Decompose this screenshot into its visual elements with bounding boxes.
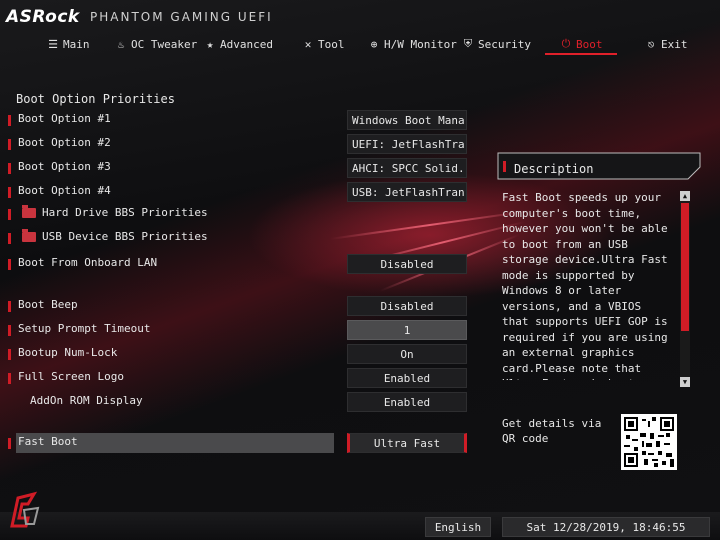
scroll-up-icon[interactable]: ▲: [680, 191, 690, 201]
boot-beep-row[interactable]: Boot Beep Disabled: [8, 296, 468, 316]
tab-label: Security: [478, 37, 531, 51]
fast-boot-row[interactable]: Fast Boot Ultra Fast: [8, 433, 468, 453]
setup-prompt-timeout-row[interactable]: Setup Prompt Timeout 1: [8, 320, 468, 340]
row-label: Setup Prompt Timeout: [18, 322, 151, 335]
fast-boot-value[interactable]: Ultra Fast: [347, 433, 467, 453]
boot-option-4-row[interactable]: Boot Option #4 USB: JetFlashTran...: [8, 182, 468, 202]
tab-label: OC Tweaker: [131, 37, 198, 51]
scrollbar-thumb[interactable]: [681, 203, 689, 331]
hard-drive-bbs-row[interactable]: Hard Drive BBS Priorities: [8, 204, 468, 224]
addon-rom-display-value[interactable]: Enabled: [347, 392, 467, 412]
tab-hw-monitor[interactable]: ⊕ H/W Monitor: [368, 32, 457, 56]
exit-icon: ⎋: [647, 37, 655, 51]
row-label: AddOn ROM Display: [30, 394, 143, 407]
star-icon: ★: [206, 37, 214, 51]
phantom-gaming-logo-icon: [10, 491, 40, 528]
description-text: Fast Boot speeds up your computer's boot…: [502, 191, 668, 380]
row-marker: [8, 349, 11, 360]
row-label: Full Screen Logo: [18, 370, 124, 383]
asrock-logo: ASRock: [6, 7, 80, 27]
setup-prompt-timeout-input[interactable]: 1: [347, 320, 467, 340]
row-marker: [8, 163, 11, 174]
row-marker: [8, 233, 11, 244]
tab-advanced[interactable]: ★ Advanced: [204, 32, 273, 56]
boot-option-2-value[interactable]: UEFI: JetFlashTra...: [347, 134, 467, 154]
row-label: Boot Option #3: [18, 160, 111, 173]
uefi-subtitle: PHANTOM GAMING UEFI: [90, 10, 273, 24]
tab-label: Main: [63, 37, 90, 51]
tab-tool[interactable]: ✕ Tool: [302, 32, 345, 56]
row-marker: [8, 373, 11, 384]
qr-code-icon: [621, 414, 677, 470]
boot-option-3-value[interactable]: AHCI: SPCC Solid...: [347, 158, 467, 178]
row-marker: [8, 115, 11, 126]
row-label: Boot Option #4: [18, 184, 111, 197]
row-label: Boot Option #1: [18, 112, 111, 125]
row-marker: [8, 209, 11, 220]
row-marker: [8, 438, 11, 449]
bootup-numlock-value[interactable]: On: [347, 344, 467, 364]
row-label: Boot From Onboard LAN: [18, 256, 158, 269]
folder-icon: [22, 205, 36, 218]
row-marker: [8, 325, 11, 336]
boot-option-1-value[interactable]: Windows Boot Mana...: [347, 110, 467, 130]
full-screen-logo-value[interactable]: Enabled: [347, 368, 467, 388]
boot-beep-value[interactable]: Disabled: [347, 296, 467, 316]
flame-icon: ♨: [117, 37, 125, 51]
tab-label: Advanced: [220, 37, 273, 51]
description-scrollbar[interactable]: ▲ ▼: [680, 191, 690, 387]
boot-option-2-row[interactable]: Boot Option #2 UEFI: JetFlashTra...: [8, 134, 468, 154]
full-screen-logo-row[interactable]: Full Screen Logo Enabled: [8, 368, 468, 388]
row-marker: [8, 139, 11, 150]
tab-label: H/W Monitor: [384, 37, 457, 51]
list-icon: ☰: [48, 37, 58, 51]
boot-option-4-value[interactable]: USB: JetFlashTran...: [347, 182, 467, 202]
boot-from-lan-value[interactable]: Disabled: [347, 254, 467, 274]
tab-label: Tool: [318, 37, 345, 51]
language-selector[interactable]: English: [425, 517, 491, 537]
globe-icon: ⊕: [370, 37, 378, 51]
row-label: Boot Beep: [18, 298, 78, 311]
scroll-down-icon[interactable]: ▼: [680, 377, 690, 387]
power-icon: ⏻: [561, 37, 571, 50]
row-label: Hard Drive BBS Priorities: [42, 206, 208, 219]
tab-label: Exit: [661, 37, 688, 51]
bootup-numlock-row[interactable]: Bootup Num-Lock On: [8, 344, 468, 364]
usb-device-bbs-row[interactable]: USB Device BBS Priorities: [8, 228, 468, 248]
active-tab-indicator: [545, 53, 617, 55]
tab-main[interactable]: ☰ Main: [47, 32, 90, 56]
row-label: USB Device BBS Priorities: [42, 230, 208, 243]
tab-oc-tweaker[interactable]: ♨ OC Tweaker: [115, 32, 198, 56]
description-title: Description: [514, 162, 594, 176]
shield-icon: ⛨: [463, 37, 473, 50]
row-label: Bootup Num-Lock: [18, 346, 118, 359]
addon-rom-display-row[interactable]: AddOn ROM Display Enabled: [8, 392, 468, 412]
row-label: Fast Boot: [18, 435, 78, 448]
row-label: Boot Option #2: [18, 136, 111, 149]
row-marker: [8, 301, 11, 312]
folder-icon: [22, 229, 36, 242]
tools-icon: ✕: [304, 37, 312, 51]
boot-from-lan-row[interactable]: Boot From Onboard LAN Disabled: [8, 254, 468, 274]
section-title: Boot Option Priorities: [16, 92, 175, 106]
qr-details-text: Get details via QR code: [502, 417, 602, 445]
boot-option-3-row[interactable]: Boot Option #3 AHCI: SPCC Solid...: [8, 158, 468, 178]
row-marker: [8, 259, 11, 270]
tab-exit[interactable]: ⎋ Exit: [645, 32, 688, 56]
boot-option-1-row[interactable]: Boot Option #1 Windows Boot Mana...: [8, 110, 468, 130]
row-marker: [8, 187, 11, 198]
date-time-display: Sat 12/28/2019, 18:46:55: [502, 517, 710, 537]
tab-label: Boot: [576, 37, 603, 51]
tab-security[interactable]: ⛨ Security: [462, 32, 531, 56]
